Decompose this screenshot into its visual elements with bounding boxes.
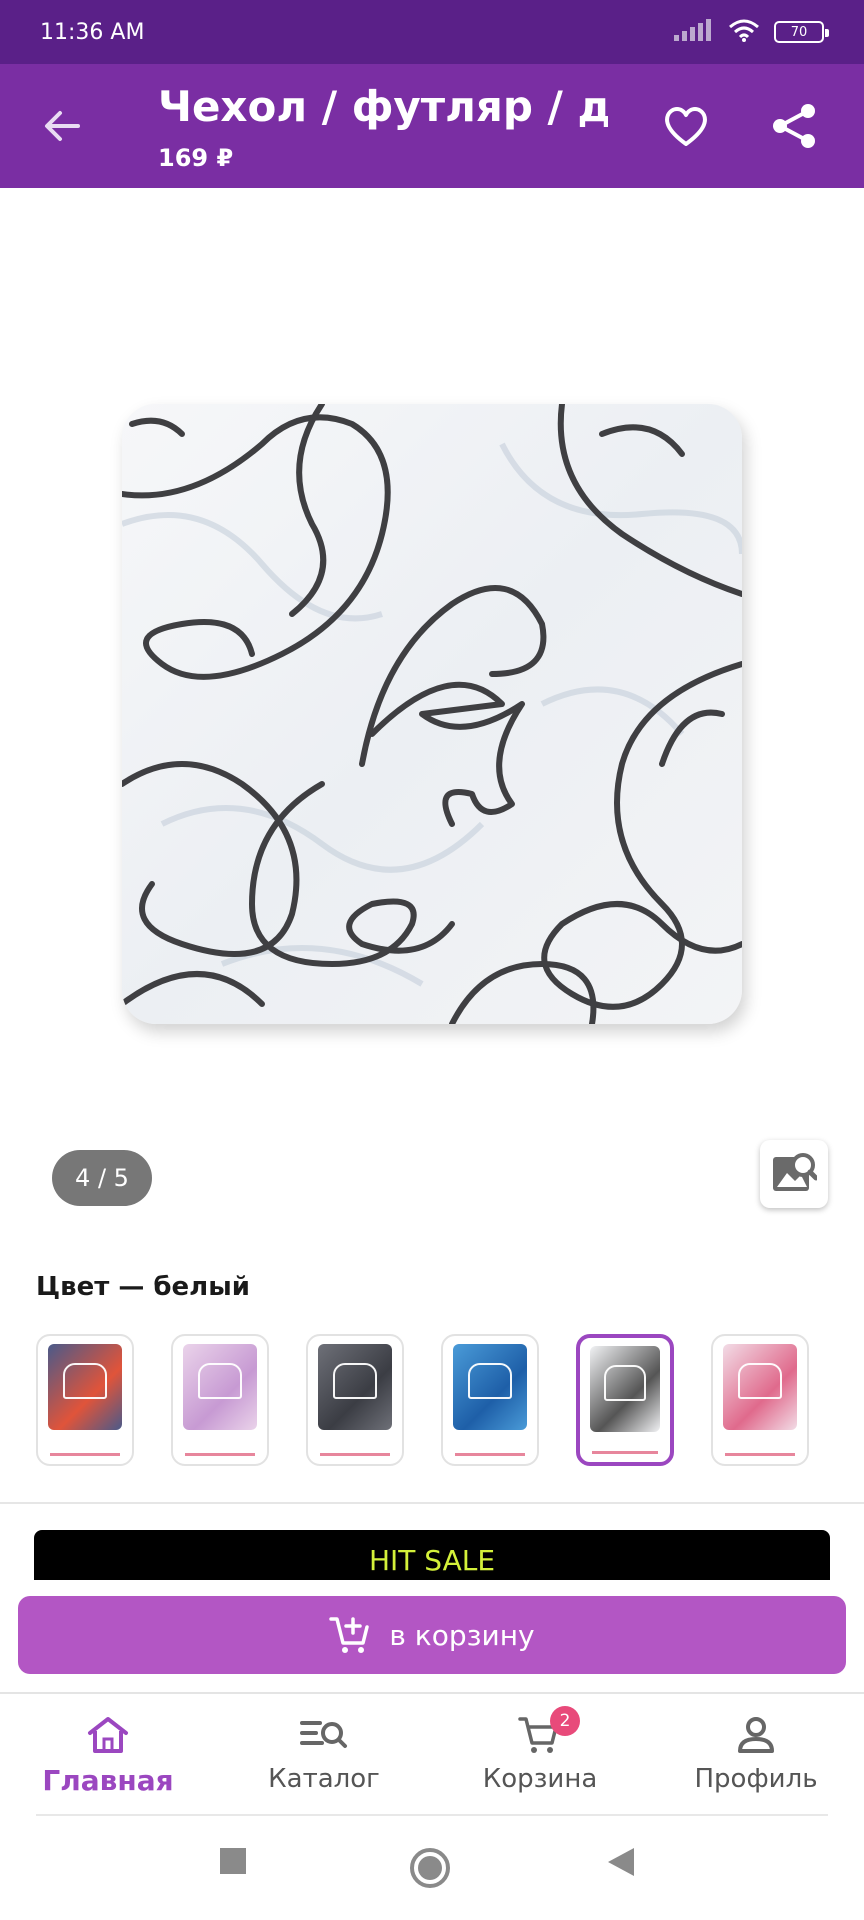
add-to-cart-label: в корзину: [389, 1618, 535, 1652]
swatch-image: [183, 1344, 257, 1430]
swatch-image: [590, 1346, 660, 1432]
home-system-button[interactable]: [408, 1846, 452, 1890]
home-icon: [88, 1717, 128, 1753]
wifi-icon: [728, 18, 760, 46]
swatch-caption: [320, 1453, 390, 1456]
color-swatch-pink-marble[interactable]: [171, 1334, 269, 1466]
arrow-left-icon: [45, 111, 80, 141]
status-bar: 11:36 AM 70: [0, 0, 864, 64]
profile-icon: [738, 1717, 774, 1753]
image-counter: 4 / 5: [52, 1150, 152, 1206]
square-icon: [220, 1848, 246, 1874]
cart-badge: 2: [550, 1706, 580, 1736]
mask-handle: [467, 1362, 513, 1400]
recent-apps-button[interactable]: [218, 1846, 248, 1876]
nav-catalog[interactable]: Каталог: [224, 1710, 424, 1794]
product-image[interactable]: [122, 404, 742, 1024]
back-system-button[interactable]: [606, 1846, 636, 1878]
image-search-button[interactable]: [760, 1140, 828, 1208]
add-cart-icon: [329, 1617, 370, 1653]
share-button[interactable]: [766, 98, 822, 154]
product-price: 169 ₽: [158, 144, 234, 172]
add-to-cart-button[interactable]: в корзину: [18, 1596, 846, 1674]
nav-profile[interactable]: Профиль: [656, 1710, 856, 1794]
color-swatch-grey-marble[interactable]: [306, 1334, 404, 1466]
product-title: Чехол / футляр / д...: [158, 82, 608, 131]
triangle-back-icon: [608, 1848, 634, 1876]
mask-handle: [737, 1362, 783, 1400]
catalog-search-icon: [300, 1721, 347, 1748]
mask-handle: [62, 1362, 108, 1400]
color-swatches: [36, 1334, 809, 1466]
signal-icon: [674, 19, 714, 45]
color-label: Цвет — белый: [36, 1272, 250, 1302]
swatch-image: [318, 1344, 392, 1430]
favorite-button[interactable]: [658, 98, 714, 154]
nav-profile-label: Профиль: [694, 1764, 818, 1794]
swatch-caption: [725, 1453, 795, 1456]
swatch-image: [723, 1344, 797, 1430]
battery-icon: 70: [774, 21, 829, 43]
share-icon: [773, 104, 815, 148]
heart-icon: [665, 107, 707, 146]
status-time: 11:36 AM: [40, 19, 145, 45]
color-swatch-floral-dark[interactable]: [36, 1334, 134, 1466]
swatch-image: [48, 1344, 122, 1430]
status-icons: 70: [674, 18, 829, 46]
nav-home-label: Главная: [42, 1764, 174, 1797]
swatch-caption: [50, 1453, 120, 1456]
back-button[interactable]: [36, 100, 88, 152]
swatch-caption: [185, 1453, 255, 1456]
app-bar: Чехол / футляр / д... 169 ₽: [0, 64, 864, 188]
swatch-image: [453, 1344, 527, 1430]
color-swatch-pink-flowers[interactable]: [711, 1334, 809, 1466]
mask-handle: [197, 1362, 243, 1400]
nav-cart[interactable]: 2 Корзина: [440, 1706, 640, 1794]
image-search-icon: [773, 1153, 817, 1191]
section-divider: [0, 1502, 864, 1504]
color-swatch-blue-ocean[interactable]: [441, 1334, 539, 1466]
bottom-navigation: Главная Каталог 2 Корзина Профиль: [0, 1692, 864, 1816]
nav-catalog-label: Каталог: [268, 1764, 380, 1794]
circle-icon: [410, 1848, 450, 1888]
swatch-caption: [592, 1451, 658, 1454]
mask-handle: [604, 1364, 646, 1402]
color-swatch-white-lines[interactable]: [576, 1334, 674, 1466]
nav-cart-label: Корзина: [482, 1764, 598, 1794]
mask-handle: [332, 1362, 378, 1400]
system-navigation: [0, 1816, 864, 1920]
swatch-caption: [455, 1453, 525, 1456]
nav-home[interactable]: Главная: [8, 1710, 208, 1797]
